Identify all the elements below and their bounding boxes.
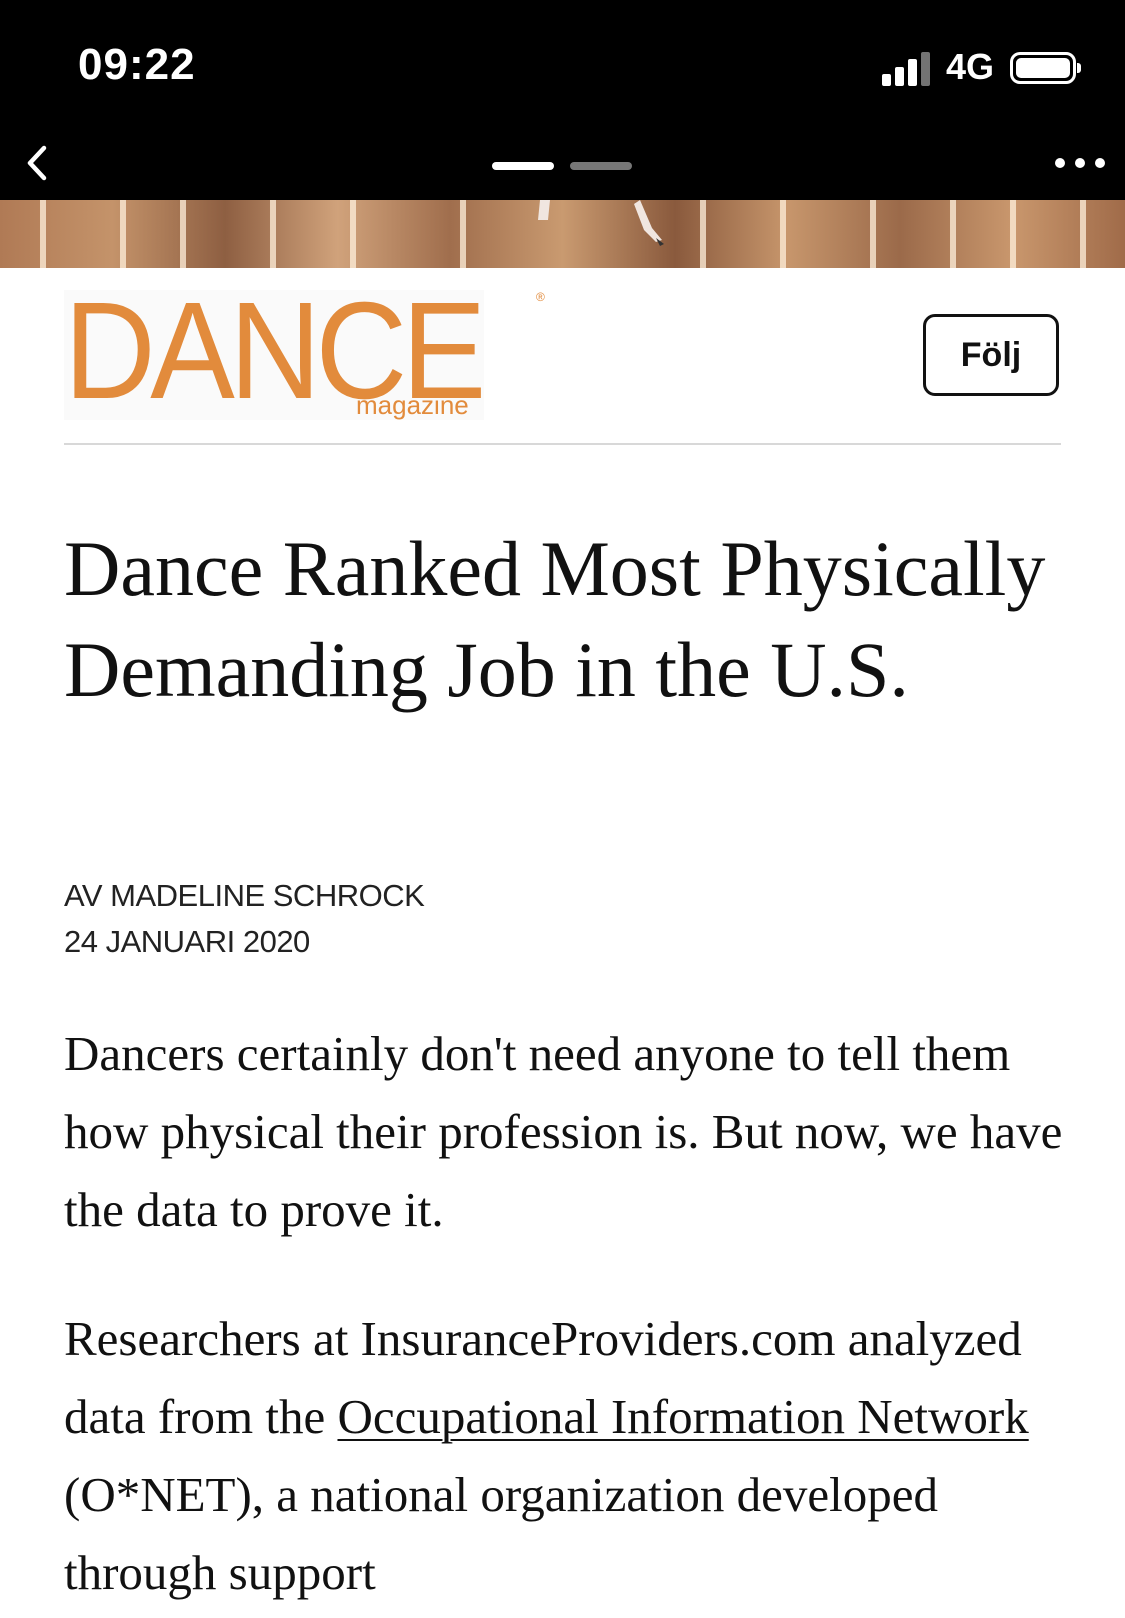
network-type: 4G bbox=[946, 46, 995, 87]
publication-logo[interactable]: DANCE magazine ® bbox=[64, 282, 545, 420]
paragraph-text: (O*NET), a national organization develop… bbox=[64, 1467, 938, 1600]
header-divider bbox=[64, 443, 1061, 445]
article-date: 24 JANUARI 2020 bbox=[64, 924, 310, 959]
article-byline: AV MADELINE SCHROCK bbox=[64, 878, 425, 913]
page-indicator bbox=[492, 162, 632, 170]
article-paragraph-1: Dancers certainly don't need anyone to t… bbox=[64, 1026, 1063, 1237]
back-button[interactable] bbox=[14, 138, 64, 188]
clock: 09:22 bbox=[78, 40, 196, 89]
page-indicator-active bbox=[492, 162, 554, 170]
logo-subtitle: magazine bbox=[356, 390, 469, 420]
follow-button[interactable]: Följ bbox=[923, 314, 1059, 396]
battery-icon bbox=[1010, 52, 1081, 84]
hero-image bbox=[0, 200, 1125, 268]
ellipsis-icon bbox=[1055, 158, 1065, 168]
chevron-left-icon bbox=[27, 145, 47, 181]
signal-icon bbox=[882, 50, 932, 86]
nav-bar bbox=[0, 130, 1125, 200]
logo-mark: ® bbox=[536, 290, 545, 304]
article-paragraph-2: Researchers at InsuranceProviders.com an… bbox=[64, 1300, 1074, 1612]
onet-link[interactable]: Occupational Information Network bbox=[337, 1389, 1028, 1444]
more-button[interactable] bbox=[1051, 148, 1111, 178]
article-title: Dance Ranked Most Physically Demanding J… bbox=[64, 525, 1046, 713]
page-indicator-inactive bbox=[570, 162, 632, 170]
status-bar: 09:22 4G bbox=[0, 0, 1125, 130]
